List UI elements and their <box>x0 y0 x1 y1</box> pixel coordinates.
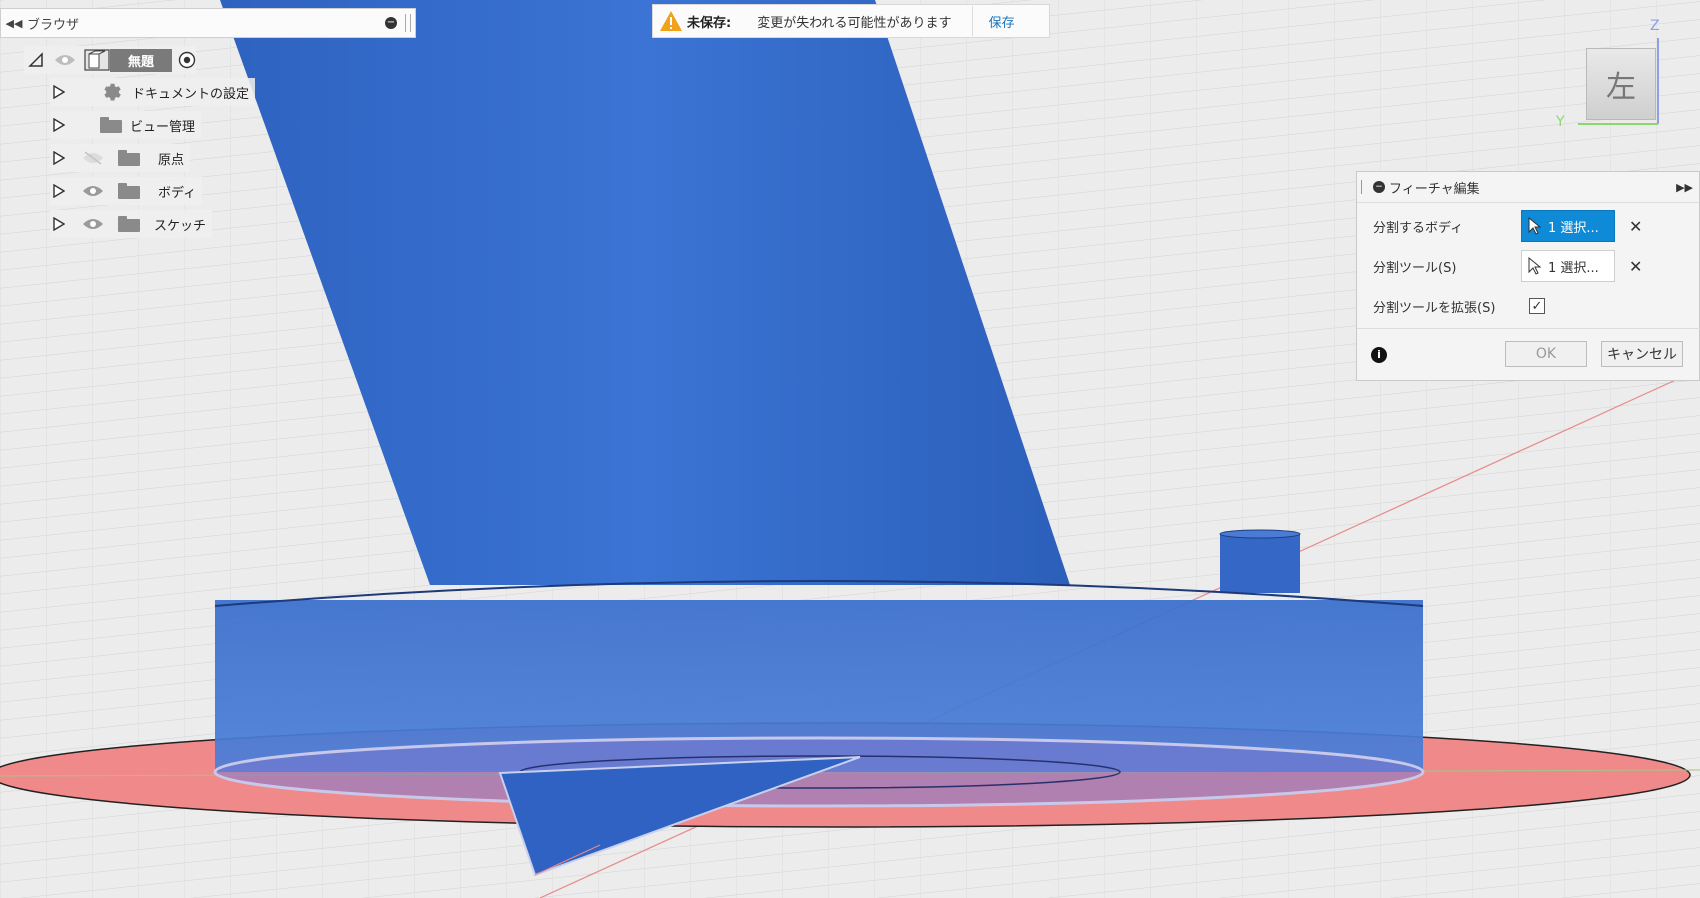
unsaved-message: 変更が失われる可能性があります <box>757 15 952 31</box>
resize-grip[interactable] <box>405 14 411 32</box>
info-icon[interactable]: i <box>1371 347 1387 363</box>
unsaved-notification: 未保存: 変更が失われる可能性があります 保存 <box>652 4 1050 38</box>
expand-triangle-icon[interactable] <box>50 215 68 233</box>
root-expander-icon[interactable] <box>24 52 48 68</box>
split-tool-label: 分割ツール(S) <box>1373 260 1457 276</box>
minimize-dialog-icon[interactable]: − <box>1373 181 1385 193</box>
tree-item-label: ドキュメントの設定 <box>132 86 250 102</box>
root-component-label: 無題 <box>110 48 173 72</box>
ok-button[interactable]: OK <box>1505 341 1587 367</box>
tree-item-label: ビュー管理 <box>130 119 196 135</box>
save-link[interactable]: 保存 <box>989 12 1015 31</box>
row-extend-split-tool: 分割ツールを拡張(S) ✓ <box>1357 287 1700 325</box>
unsaved-label: 未保存: <box>687 15 732 31</box>
split-tool-select-button[interactable]: 1 選択... <box>1521 250 1615 282</box>
tree-item-label: スケッチ <box>154 218 207 234</box>
folder-icon <box>118 150 140 166</box>
extend-split-tool-label: 分割ツールを拡張(S) <box>1373 300 1496 316</box>
browser-panel-header: ◀◀ ブラウザ − <box>0 8 416 38</box>
feature-edit-dialog: − フィーチャ編集 ▶▶ 分割するボディ 1 選択... ✕ 分割ツール(S) … <box>1356 171 1700 381</box>
cursor-arrow-icon <box>1528 257 1548 275</box>
warning-icon <box>657 10 685 32</box>
expand-triangle-icon[interactable] <box>50 149 68 167</box>
expand-dialog-button[interactable]: ▶▶ <box>1676 181 1693 194</box>
hidden-eye-icon[interactable] <box>82 149 104 167</box>
visibility-eye-icon[interactable] <box>54 51 76 69</box>
visibility-eye-icon[interactable] <box>82 215 104 233</box>
tree-item-sketches[interactable]: スケッチ <box>50 210 213 238</box>
tree-item-bodies[interactable]: ボディ <box>50 177 203 205</box>
peg-top <box>1219 529 1301 539</box>
split-body-select-button[interactable]: 1 選択... <box>1521 210 1615 242</box>
dialog-title: フィーチャ編集 <box>1389 181 1480 197</box>
activate-radio-icon[interactable] <box>178 51 196 69</box>
tree-item-document-settings[interactable]: ドキュメントの設定 <box>50 78 256 106</box>
browser-minimize-button[interactable]: − <box>385 17 397 29</box>
collapse-browser-button[interactable]: ◀◀ <box>1 17 27 30</box>
tree-item-origin[interactable]: 原点 <box>50 144 191 172</box>
folder-icon <box>100 117 122 133</box>
dialog-footer: i OK キャンセル <box>1357 328 1700 381</box>
clear-selection-button[interactable]: ✕ <box>1629 257 1642 276</box>
peg-body <box>1220 533 1300 593</box>
selection-count: 1 選択... <box>1548 220 1599 236</box>
cancel-button[interactable]: キャンセル <box>1601 341 1683 367</box>
visibility-eye-icon[interactable] <box>82 182 104 200</box>
browser-title: ブラウザ <box>27 17 80 33</box>
expand-triangle-icon[interactable] <box>50 116 68 134</box>
gear-icon <box>100 81 122 103</box>
divider <box>971 6 973 36</box>
tree-item-view-management[interactable]: ビュー管理 <box>50 111 202 139</box>
cursor-arrow-icon <box>1528 217 1548 235</box>
folder-icon <box>118 183 140 199</box>
component-icon <box>84 49 110 71</box>
dialog-title-bar[interactable]: − フィーチャ編集 ▶▶ <box>1357 172 1699 203</box>
tree-item-label: 原点 <box>158 152 185 168</box>
row-split-tool: 分割ツール(S) 1 選択... ✕ <box>1357 247 1700 285</box>
tree-item-label: ボディ <box>158 185 197 201</box>
axis-z-label: Z <box>1650 18 1660 34</box>
drag-grip[interactable] <box>1361 180 1365 194</box>
canvas-viewport[interactable] <box>0 0 1700 898</box>
browser-root-row[interactable]: 無題 <box>24 46 197 74</box>
expand-triangle-icon[interactable] <box>50 83 68 101</box>
extend-split-tool-checkbox[interactable]: ✓ <box>1529 298 1545 314</box>
clear-selection-button[interactable]: ✕ <box>1629 217 1642 236</box>
axis-y-label: Y <box>1556 114 1565 130</box>
expand-triangle-icon[interactable] <box>50 182 68 200</box>
row-split-body: 分割するボディ 1 選択... ✕ <box>1357 207 1700 245</box>
selection-count: 1 選択... <box>1548 260 1599 276</box>
folder-icon <box>118 216 140 232</box>
split-body-label: 分割するボディ <box>1373 220 1464 236</box>
